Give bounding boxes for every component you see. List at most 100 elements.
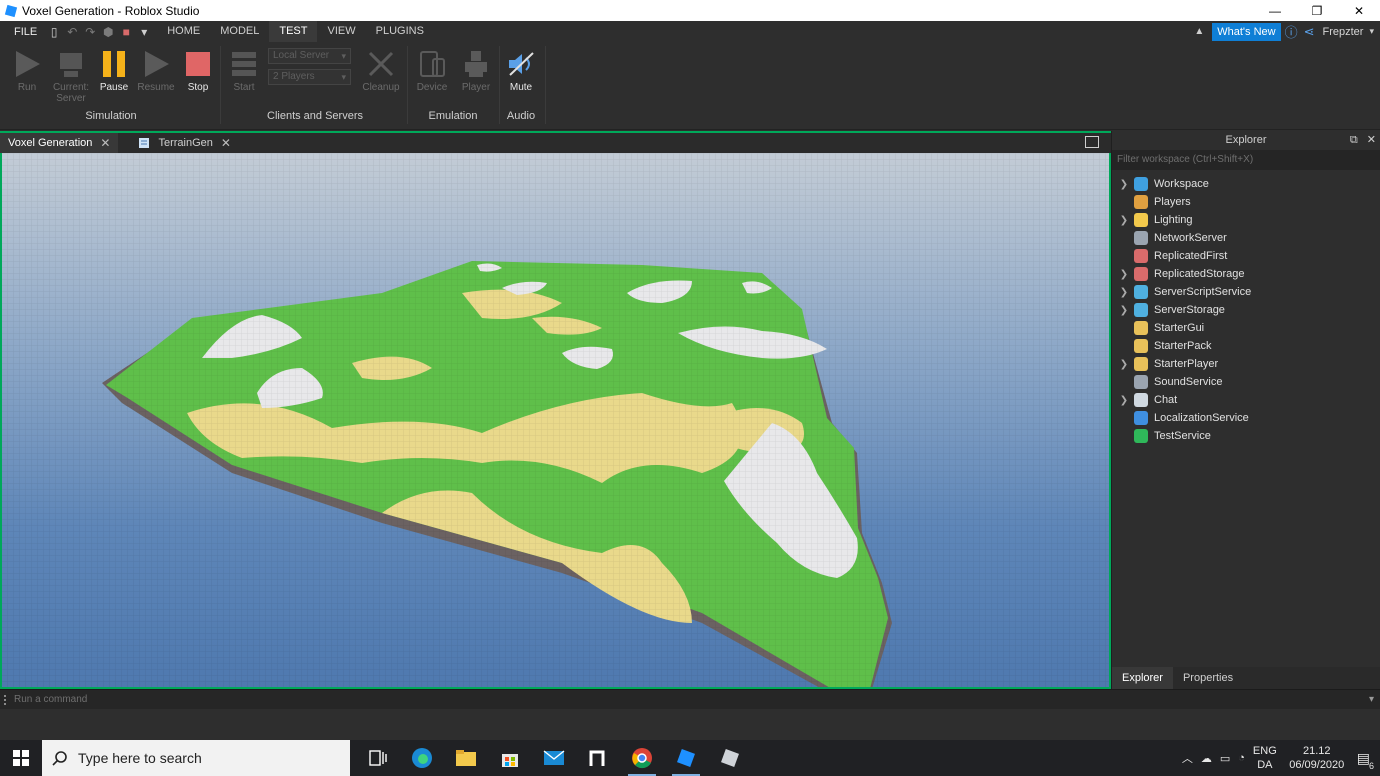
explorer-item-soundservice[interactable]: SoundService: [1112, 373, 1380, 391]
device-label: Device: [416, 82, 448, 93]
explorer-item-starterpack[interactable]: StarterPack: [1112, 337, 1380, 355]
resume-button[interactable]: Resume: [135, 46, 177, 93]
undo-icon[interactable]: ↶: [65, 25, 79, 39]
explorer-item-lighting[interactable]: ❯ Lighting: [1112, 211, 1380, 229]
explorer-item-label: StarterPack: [1154, 340, 1212, 352]
run-button[interactable]: Run: [6, 46, 48, 93]
window-title: Voxel Generation - Roblox Studio: [22, 3, 200, 18]
explorer-item-players[interactable]: Players: [1112, 193, 1380, 211]
task-view-icon[interactable]: [356, 740, 400, 776]
notifications-icon[interactable]: ▤ 6: [1357, 750, 1374, 771]
tab-properties[interactable]: Properties: [1173, 667, 1243, 689]
roblox-player-icon[interactable]: [708, 740, 752, 776]
start-button[interactable]: Start: [223, 46, 265, 93]
chrome-icon[interactable]: [620, 740, 664, 776]
expand-chevron-icon[interactable]: ❯: [1114, 395, 1134, 406]
explorer-item-startergui[interactable]: StarterGui: [1112, 319, 1380, 337]
minimize-button[interactable]: —: [1254, 0, 1296, 21]
redo-icon[interactable]: ↷: [83, 25, 97, 39]
close-button[interactable]: ✕: [1338, 0, 1380, 21]
app-logo-icon[interactable]: [576, 740, 620, 776]
collapse-ribbon-icon[interactable]: ▲: [1194, 26, 1204, 37]
command-input[interactable]: Run a command: [14, 694, 87, 705]
taskbar-search-box[interactable]: Type here to search: [42, 740, 350, 776]
drag-handle-icon[interactable]: [4, 695, 6, 705]
3d-viewport[interactable]: [0, 153, 1111, 689]
edge-browser-icon[interactable]: [400, 740, 444, 776]
file-menu[interactable]: FILE: [0, 26, 47, 38]
user-menu[interactable]: Frepzter: [1323, 26, 1364, 38]
explorer-item-serverstorage[interactable]: ❯ ServerStorage: [1112, 301, 1380, 319]
system-tray: ︿ ☁ ▭ ◔ ENG DA 21.12 06/09/2020 ▤ 6: [1182, 744, 1380, 772]
explorer-item-replicatedstorage[interactable]: ❯ ReplicatedStorage: [1112, 265, 1380, 283]
explorer-item-serverscriptservice[interactable]: ❯ ServerScriptService: [1112, 283, 1380, 301]
share-icon[interactable]: ⋖: [1304, 24, 1315, 40]
explorer-item-networkserver[interactable]: NetworkServer: [1112, 229, 1380, 247]
expand-chevron-icon[interactable]: ❯: [1114, 269, 1134, 280]
start-button-windows[interactable]: [0, 740, 42, 776]
float-panel-icon[interactable]: ⧉: [1350, 134, 1358, 146]
tab-voxel-generation[interactable]: Voxel Generation ✕: [0, 133, 119, 153]
explorer-item-replicatedfirst[interactable]: ReplicatedFirst: [1112, 247, 1380, 265]
group-icon[interactable]: ⬢: [101, 25, 115, 39]
whats-new-button[interactable]: What's New: [1212, 22, 1281, 41]
command-dropdown-icon[interactable]: ▾: [1369, 690, 1374, 709]
cloud-icon[interactable]: ☁: [1201, 752, 1212, 765]
explorer-item-workspace[interactable]: ❯ Workspace: [1112, 175, 1380, 193]
tab-test[interactable]: TEST: [269, 21, 318, 42]
search-icon: [52, 751, 67, 766]
explorer-item-localizationservice[interactable]: LocalizationService: [1112, 409, 1380, 427]
current-server-button[interactable]: Current: Server: [50, 46, 92, 104]
customize-dropdown-icon[interactable]: ▾: [137, 25, 151, 39]
stop-button[interactable]: Stop: [177, 46, 219, 93]
explorer-item-label: LocalizationService: [1154, 412, 1249, 424]
clock[interactable]: 21.12 06/09/2020: [1285, 744, 1349, 772]
input-language-indicator[interactable]: ENG DA: [1253, 744, 1277, 772]
mute-button[interactable]: Mute: [500, 46, 542, 93]
explorer-filter-input[interactable]: Filter workspace (Ctrl+Shift+X): [1112, 150, 1380, 170]
startergui-icon: [1134, 321, 1148, 335]
command-bar[interactable]: Run a command ▾: [0, 689, 1380, 709]
show-hidden-icons-icon[interactable]: ︿: [1182, 750, 1193, 766]
expand-chevron-icon[interactable]: ❯: [1114, 287, 1134, 298]
help-icon[interactable]: ⓘ: [1285, 22, 1298, 41]
expand-chevron-icon[interactable]: ❯: [1114, 215, 1134, 226]
pause-button[interactable]: Pause: [93, 46, 135, 93]
explorer-bottom-tabs: Explorer Properties: [1112, 667, 1380, 689]
close-tab-icon[interactable]: ✕: [100, 136, 110, 150]
explorer-item-starterplayer[interactable]: ❯ StarterPlayer: [1112, 355, 1380, 373]
user-dropdown-icon[interactable]: ▾: [1369, 26, 1374, 37]
stop-small-icon[interactable]: ■: [119, 25, 133, 39]
server-mode-dropdown[interactable]: Local Server: [268, 48, 351, 64]
explorer-item-chat[interactable]: ❯ Chat: [1112, 391, 1380, 409]
tab-home[interactable]: HOME: [157, 21, 210, 42]
store-icon[interactable]: [488, 740, 532, 776]
explorer-item-testservice[interactable]: TestService: [1112, 427, 1380, 445]
expand-chevron-icon[interactable]: ❯: [1114, 179, 1134, 190]
mail-icon[interactable]: [532, 740, 576, 776]
expand-chevron-icon[interactable]: ❯: [1114, 305, 1134, 316]
maximize-viewport-icon[interactable]: [1085, 136, 1099, 148]
tab-view[interactable]: VIEW: [317, 21, 365, 42]
close-tab-icon[interactable]: ✕: [221, 136, 231, 150]
file-explorer-icon[interactable]: [444, 740, 488, 776]
cleanup-button[interactable]: Cleanup: [360, 46, 402, 93]
device-button[interactable]: Device: [411, 46, 453, 93]
tab-explorer[interactable]: Explorer: [1112, 667, 1173, 689]
explorer-item-label: ReplicatedFirst: [1154, 250, 1228, 262]
restore-button[interactable]: ❐: [1296, 0, 1338, 21]
close-panel-icon[interactable]: ✕: [1367, 134, 1376, 146]
explorer-item-label: Chat: [1154, 394, 1178, 406]
tab-plugins[interactable]: PLUGINS: [366, 21, 434, 42]
expand-chevron-icon[interactable]: ❯: [1114, 359, 1134, 370]
new-file-icon[interactable]: ▯: [47, 25, 61, 39]
wifi-icon[interactable]: ◔: [1238, 752, 1245, 764]
roblox-studio-taskbar-icon[interactable]: [664, 740, 708, 776]
player-button[interactable]: Player: [455, 46, 497, 93]
tab-terraingen[interactable]: TerrainGen ✕: [130, 133, 238, 153]
testservice-icon: [1134, 429, 1148, 443]
players-count-dropdown[interactable]: 2 Players: [268, 69, 351, 85]
serverstorage-icon: [1134, 303, 1148, 317]
tab-model[interactable]: MODEL: [210, 21, 269, 42]
battery-icon[interactable]: ▭: [1220, 752, 1230, 765]
